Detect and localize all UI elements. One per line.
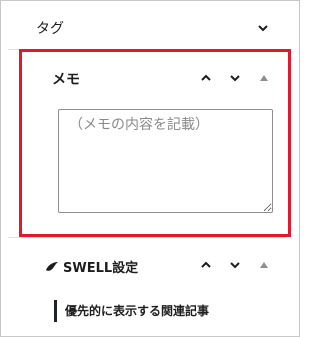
- collapse-caret-up-icon[interactable]: [255, 69, 273, 87]
- swell-logo-icon: [45, 259, 59, 273]
- tag-panel-title: タグ: [36, 21, 64, 37]
- tag-panel-header[interactable]: タグ: [8, 17, 286, 39]
- settings-sidebar: タグ メモ （メモの内容を記載） SWELL設定 優先的に表示する関連記事: [8, 1, 286, 336]
- move-up-chevron-icon[interactable]: [197, 69, 215, 87]
- panel-divider: [8, 49, 286, 50]
- move-down-chevron-icon[interactable]: [226, 256, 244, 274]
- sidebar-frame: タグ メモ （メモの内容を記載） SWELL設定 優先的に表示する関連記事: [0, 0, 300, 337]
- move-up-chevron-icon[interactable]: [197, 256, 215, 274]
- memo-panel-title: メモ: [52, 72, 80, 88]
- memo-textarea[interactable]: [58, 109, 273, 213]
- memo-panel-header[interactable]: メモ: [8, 67, 286, 91]
- swell-panel-title: SWELL設定: [63, 260, 139, 276]
- chevron-down-icon[interactable]: [254, 19, 272, 37]
- move-down-chevron-icon[interactable]: [226, 69, 244, 87]
- panel-divider: [8, 237, 286, 238]
- swell-panel-header[interactable]: SWELL設定: [8, 254, 286, 278]
- related-posts-section-label: 優先的に表示する関連記事: [54, 300, 209, 322]
- collapse-caret-up-icon[interactable]: [255, 256, 273, 274]
